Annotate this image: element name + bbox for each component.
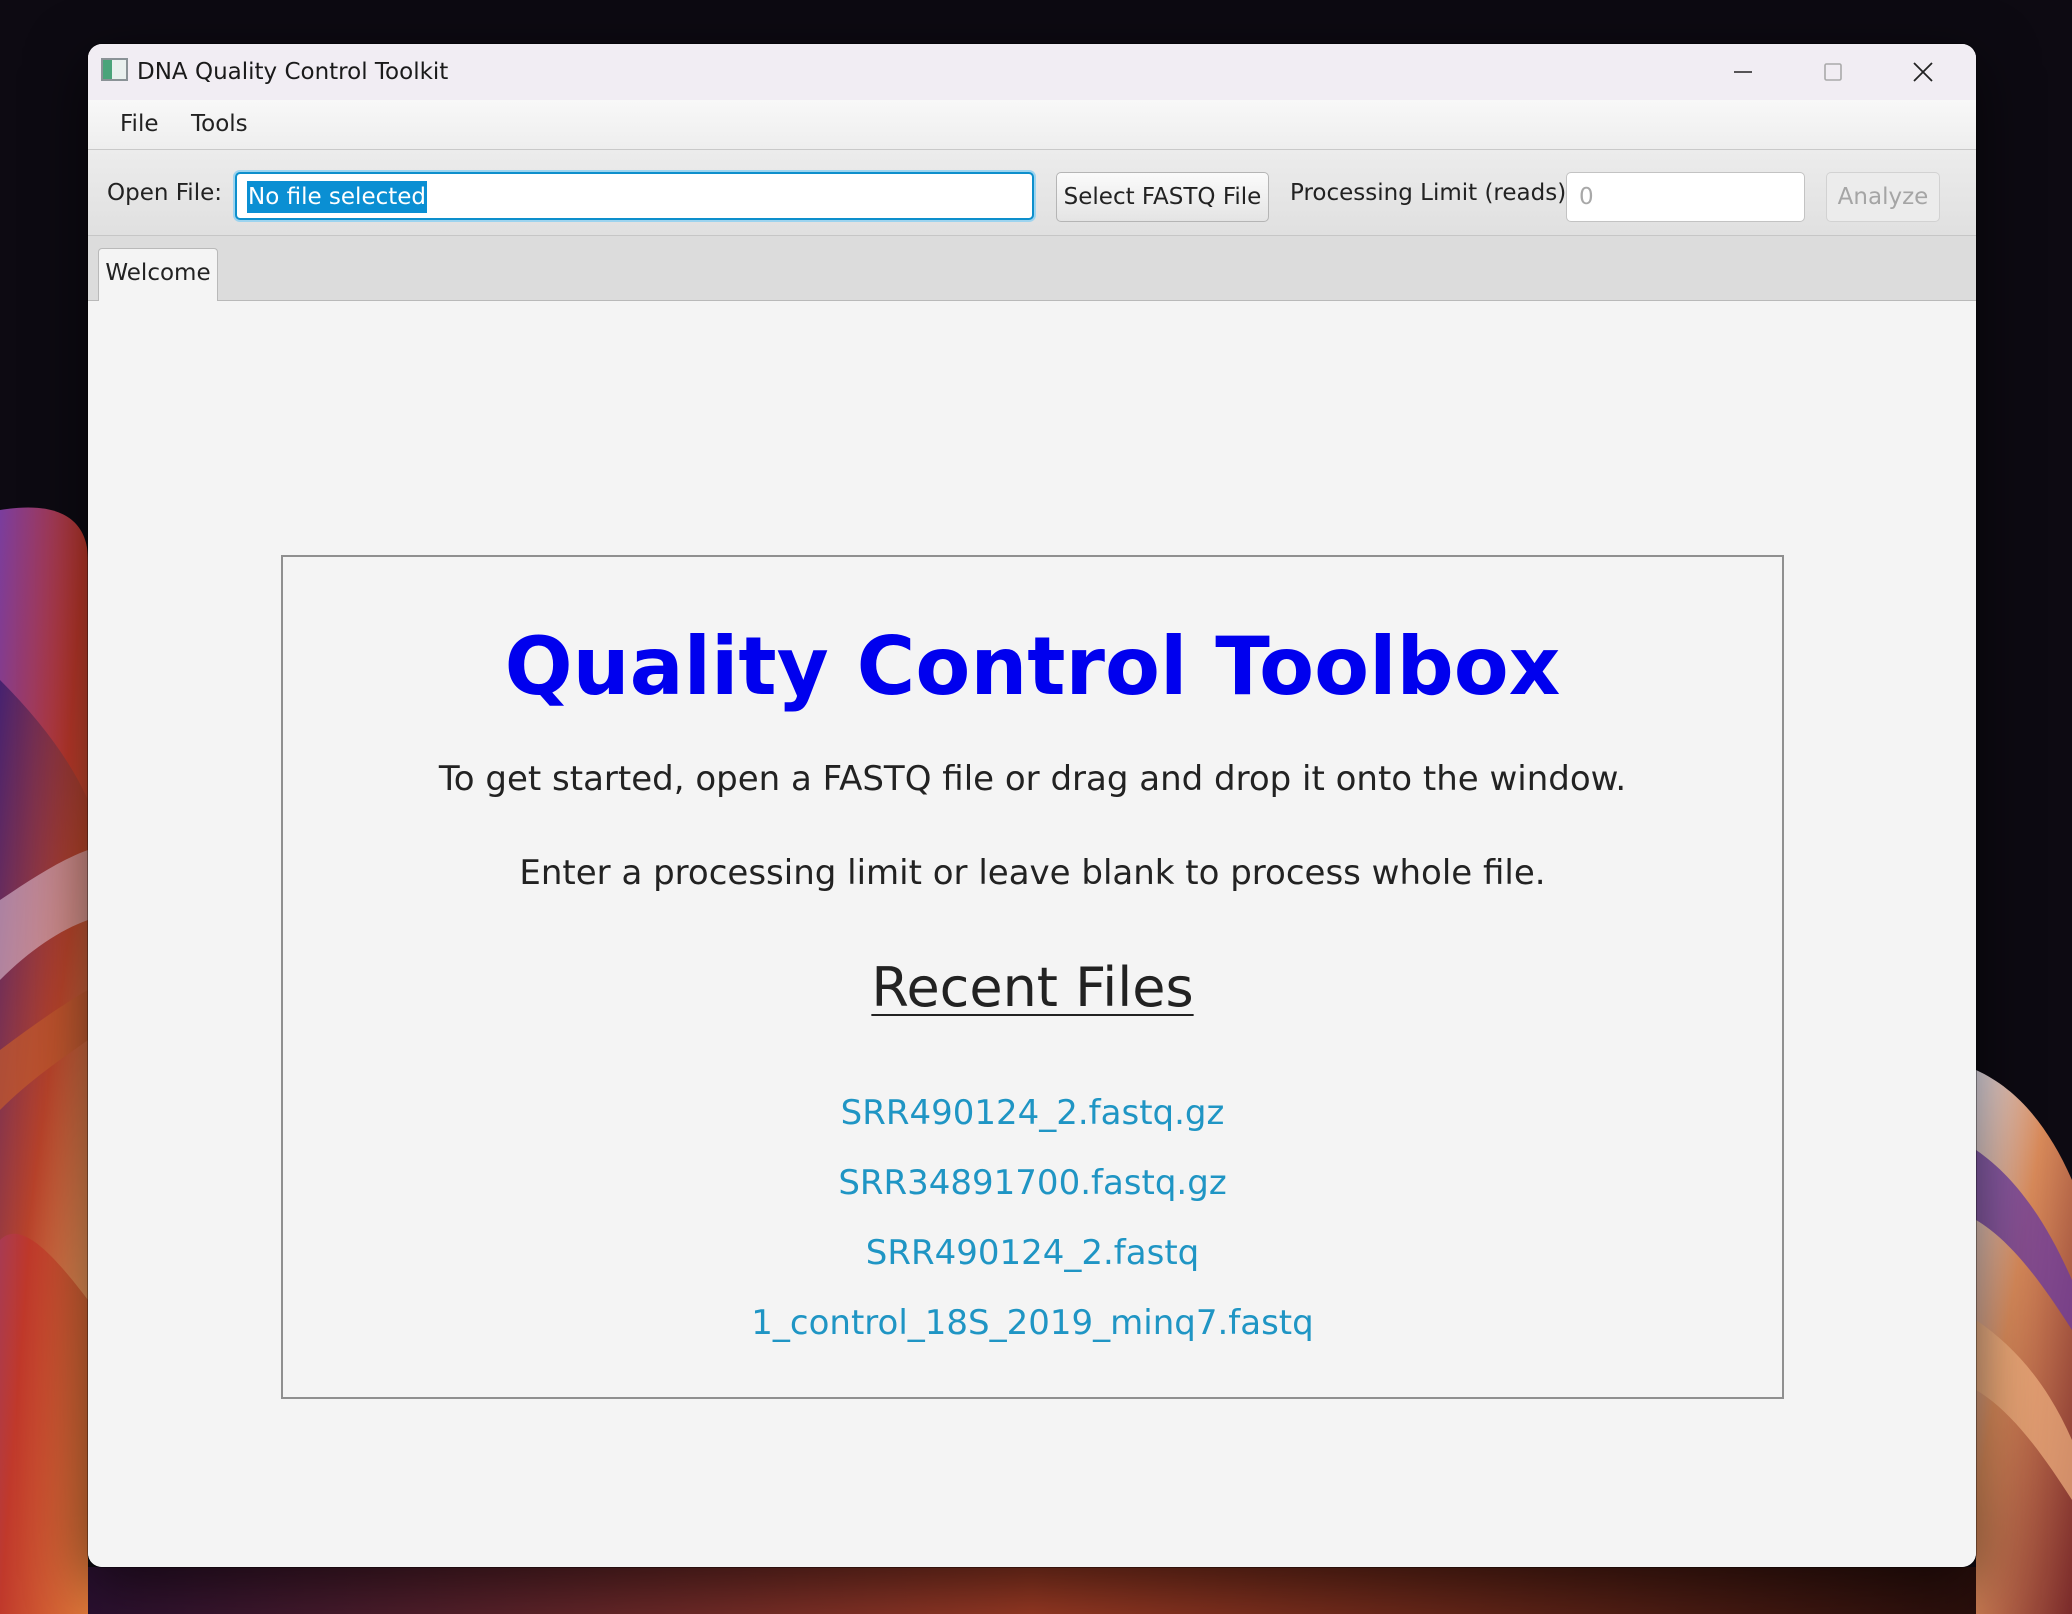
welcome-box: Quality Control Toolbox To get started, … [281, 555, 1784, 1399]
close-button[interactable] [1878, 44, 1968, 100]
welcome-instruction-open: To get started, open a FASTQ file or dra… [438, 759, 1627, 799]
minimize-button[interactable] [1698, 44, 1788, 100]
recent-file-link[interactable]: 1_control_18S_2019_minq7.fastq [283, 1297, 1782, 1367]
processing-limit-placeholder: 0 [1579, 184, 1594, 210]
processing-limit-label: Processing Limit (reads): [1290, 180, 1574, 206]
welcome-panel: Quality Control Toolbox To get started, … [88, 301, 1976, 1567]
tab-strip: Welcome [88, 236, 1976, 301]
welcome-instruction-limit: Enter a processing limit or leave blank … [519, 853, 1546, 893]
file-path-input[interactable]: No file selected [235, 172, 1034, 220]
maximize-icon [1824, 63, 1842, 81]
recent-file-link[interactable]: SRR490124_2.fastq [283, 1227, 1782, 1297]
recent-file-link[interactable]: SRR34891700.fastq.gz [283, 1157, 1782, 1227]
title-bar[interactable]: DNA Quality Control Toolkit [88, 44, 1976, 100]
maximize-button[interactable] [1788, 44, 1878, 100]
open-file-label: Open File: [107, 180, 222, 206]
menu-file[interactable]: File [107, 100, 172, 149]
close-icon [1913, 62, 1933, 82]
recent-file-link[interactable]: SRR490124_2.fastq.gz [283, 1087, 1782, 1157]
app-window-icon [101, 58, 128, 81]
file-path-value: No file selected [247, 181, 428, 213]
app-window: DNA Quality Control Toolkit File Tools O… [88, 44, 1976, 1567]
select-fastq-button[interactable]: Select FASTQ File [1056, 172, 1269, 222]
recent-files-heading: Recent Files [871, 956, 1194, 1019]
recent-files-list: SRR490124_2.fastq.gz SRR34891700.fastq.g… [283, 1087, 1782, 1367]
menu-bar: File Tools [88, 100, 1976, 150]
minimize-icon [1734, 71, 1752, 73]
window-title: DNA Quality Control Toolkit [137, 59, 449, 85]
processing-limit-input[interactable]: 0 [1566, 172, 1805, 222]
tab-welcome[interactable]: Welcome [98, 248, 218, 301]
analyze-button[interactable]: Analyze [1826, 172, 1940, 222]
welcome-title: Quality Control Toolbox [504, 620, 1561, 713]
menu-tools[interactable]: Tools [178, 100, 261, 149]
